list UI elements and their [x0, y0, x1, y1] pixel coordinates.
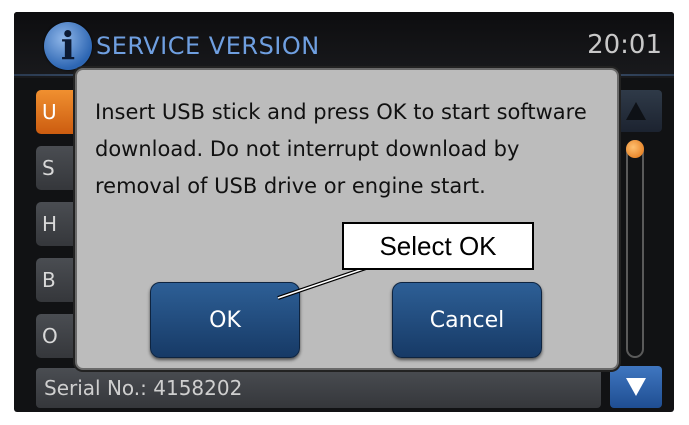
callout-pointer	[277, 266, 367, 300]
callout-annotation: Select OK	[342, 222, 534, 270]
callout-text: Select OK	[379, 231, 497, 261]
